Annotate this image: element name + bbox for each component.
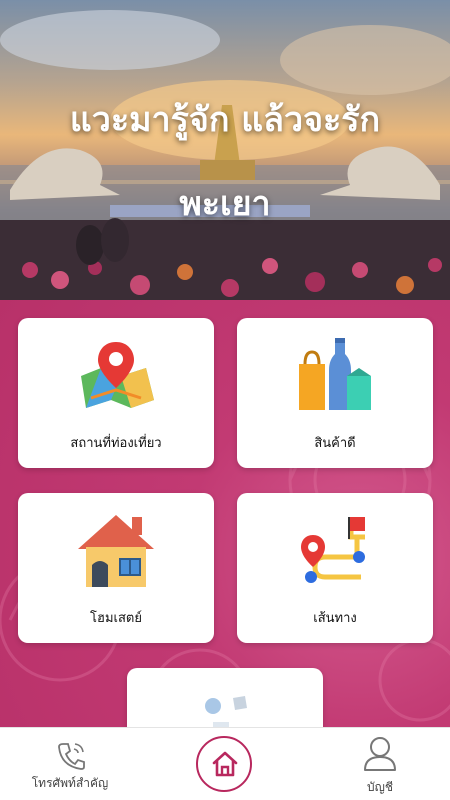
nav-account[interactable]: บัญชี: [330, 728, 430, 800]
nav-important-phones[interactable]: โทรศัพท์สำคัญ: [20, 728, 120, 800]
attractions-card[interactable]: สถานที่ท่องเที่ยว: [18, 318, 214, 468]
phone-icon: [58, 743, 85, 770]
map-pin-icon: [81, 342, 154, 408]
home-button[interactable]: [196, 736, 252, 792]
routes-label: เส้นทาง: [313, 611, 357, 626]
home-icon: [212, 751, 238, 777]
hero-banner: แวะมารู้จัก แล้วจะรัก พะเยา: [0, 0, 450, 300]
user-icon: [364, 737, 396, 771]
route-icon: [301, 517, 365, 583]
bottom-navigation: โทรศัพท์สำคัญ บัญชี: [0, 727, 450, 800]
hero-title-line2: พะเยา: [179, 184, 271, 224]
products-card[interactable]: สินค้าดี: [237, 318, 433, 468]
attractions-label: สถานที่ท่องเที่ยว: [70, 436, 162, 451]
homestay-card[interactable]: โฮมเสตย์: [18, 493, 214, 643]
homestay-label: โฮมเสตย์: [90, 611, 142, 626]
products-label: สินค้าดี: [314, 436, 356, 451]
house-icon: [78, 515, 154, 587]
routes-card[interactable]: เส้นทาง: [237, 493, 433, 643]
hero-title-line1: แวะมารู้จัก แล้วจะรัก: [69, 100, 381, 140]
nav-phone-label: โทรศัพท์สำคัญ: [31, 776, 109, 790]
hero-scene-image: [0, 10, 450, 300]
nav-account-label: บัญชี: [367, 780, 393, 794]
shopping-products-icon: [299, 338, 371, 410]
